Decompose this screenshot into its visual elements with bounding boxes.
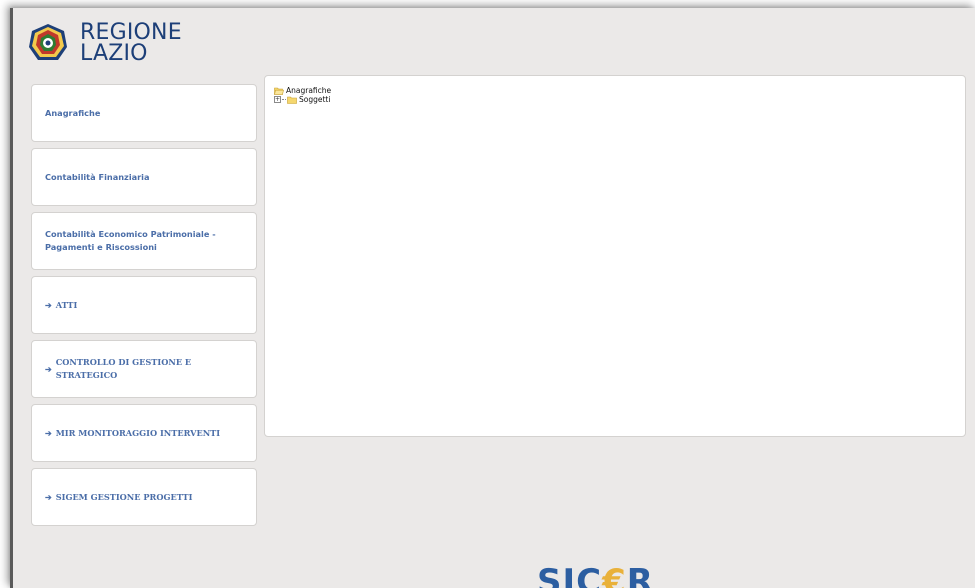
regione-lazio-logo[interactable]: REGIONE LAZIO xyxy=(28,20,182,66)
app-window: REGIONE LAZIO Anagrafiche Contabilità Fi… xyxy=(10,8,975,588)
tree-node-root[interactable]: Anagrafiche xyxy=(274,86,331,95)
tree-node-label: Soggetti xyxy=(299,95,331,104)
sicer-logo-part1: SIC xyxy=(537,562,603,588)
menu-item-controllo-gestione[interactable]: ➔ CONTROLLO DI GESTIONE E STRATEGICO xyxy=(31,340,257,398)
menu-item-label: CONTROLLO DI GESTIONE E STRATEGICO xyxy=(55,357,192,380)
arrow-icon: ➔ xyxy=(45,491,52,502)
folder-open-icon xyxy=(274,87,284,95)
content-panel: Anagrafiche + Soggetti xyxy=(264,75,966,437)
expand-plus-icon[interactable]: + xyxy=(274,96,281,103)
sicer-logo: SIC€R xyxy=(537,562,654,588)
menu-item-contabilita-finanziaria[interactable]: Contabilità Finanziaria xyxy=(31,148,257,206)
logo-text: REGIONE LAZIO xyxy=(80,20,182,66)
menu-item-contabilita-economico-patrimoniale[interactable]: Contabilità Economico Patrimoniale - Pag… xyxy=(31,212,257,270)
menu-item-label: Contabilità Economico Patrimoniale - Pag… xyxy=(45,229,216,252)
menu-item-label: Anagrafiche xyxy=(45,107,101,118)
tree-node-soggetti[interactable]: + Soggetti xyxy=(274,95,331,104)
arrow-icon: ➔ xyxy=(45,299,52,310)
menu-item-atti[interactable]: ➔ ATTI xyxy=(31,276,257,334)
menu-item-sigem-gestione[interactable]: ➔ SIGEM GESTIONE PROGETTI xyxy=(31,468,257,526)
tree-view: Anagrafiche + Soggetti xyxy=(274,86,331,104)
folder-icon xyxy=(287,96,297,104)
sidebar-menu: Anagrafiche Contabilità Finanziaria Cont… xyxy=(31,84,257,532)
menu-item-label: SIGEM GESTIONE PROGETTI xyxy=(55,491,193,502)
menu-item-label: ATTI xyxy=(55,299,78,310)
logo-line-2: LAZIO xyxy=(80,41,148,66)
menu-item-anagrafiche[interactable]: Anagrafiche xyxy=(31,84,257,142)
sicer-logo-part2: R xyxy=(626,562,654,588)
logo-line-1: REGIONE xyxy=(80,20,182,45)
menu-item-label: MIR MONITORAGGIO INTERVENTI xyxy=(55,427,221,438)
tree-connector xyxy=(282,99,286,100)
menu-item-label: Contabilità Finanziaria xyxy=(45,171,150,182)
arrow-icon: ➔ xyxy=(45,427,52,438)
euro-icon: € xyxy=(602,562,627,588)
arrow-icon: ➔ xyxy=(45,363,52,374)
tree-node-label: Anagrafiche xyxy=(286,86,332,95)
regione-lazio-emblem-icon xyxy=(29,24,67,60)
menu-item-mir-monitoraggio[interactable]: ➔ MIR MONITORAGGIO INTERVENTI xyxy=(31,404,257,462)
